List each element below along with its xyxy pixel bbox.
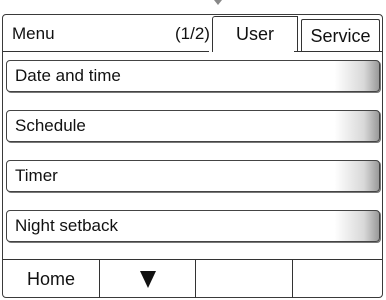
menu-item-night-setback[interactable]: Night setback [6,210,380,242]
softkey-4-button[interactable] [293,260,382,298]
header-divider-right [294,51,382,52]
controller-screen: Menu (1/2) User Service Date and time Sc… [0,0,386,300]
tab-user[interactable]: User [212,16,298,52]
top-indicator-icon [214,0,222,5]
page-indicator: (1/2) [175,24,210,43]
tab-service[interactable]: Service [301,19,380,52]
menu-title: Menu [12,24,55,43]
menu-item-timer[interactable]: Timer [6,160,380,192]
down-arrow-icon [139,270,156,288]
header-divider [3,51,209,52]
home-button[interactable]: Home [3,260,100,298]
bottom-bar: Home [3,259,382,299]
header: Menu (1/2) User Service [3,16,383,52]
next-page-button[interactable] [100,260,196,298]
menu-item-date-and-time[interactable]: Date and time [6,60,380,92]
softkey-3-button[interactable] [196,260,293,298]
menu-item-schedule[interactable]: Schedule [6,110,380,142]
screen-frame [2,14,383,298]
